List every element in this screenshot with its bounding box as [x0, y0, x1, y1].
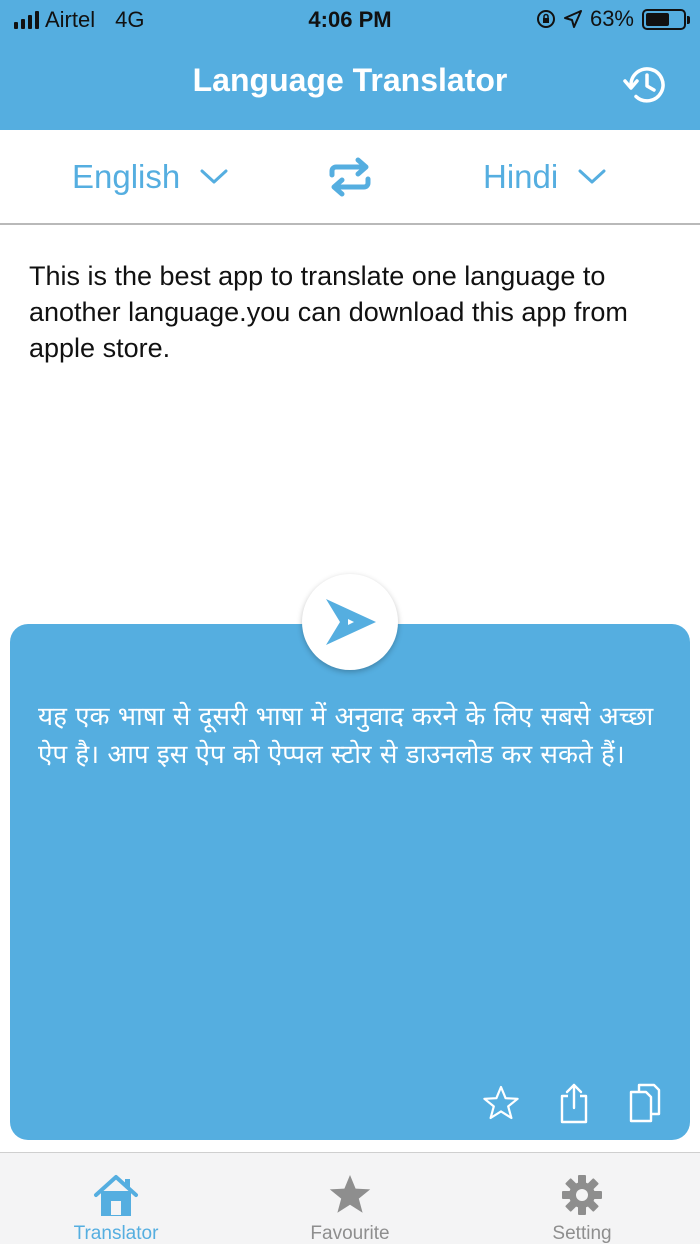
target-language-label: Hindi	[483, 158, 559, 195]
tab-setting[interactable]: Setting	[502, 1171, 662, 1244]
location-icon	[563, 10, 582, 28]
copy-icon[interactable]	[628, 1083, 662, 1123]
history-icon	[623, 67, 665, 103]
send-arrow-icon	[326, 599, 376, 645]
battery-fill	[646, 12, 669, 26]
battery-percent: 63%	[589, 6, 634, 31]
star-icon	[329, 1175, 371, 1213]
status-right: 63%	[536, 6, 690, 32]
tab-favourite-label: Favourite	[310, 1223, 390, 1244]
tab-translator[interactable]: Translator	[36, 1171, 196, 1244]
top-bar: Airtel 4G 4:06 PM 63% Language Translato…	[0, 0, 700, 130]
share-icon[interactable]	[558, 1082, 590, 1124]
source-language-label: English	[72, 158, 181, 195]
tab-favourite[interactable]: Favourite	[270, 1171, 430, 1244]
chevron-down-icon	[200, 169, 228, 184]
swap-arrows-icon	[329, 157, 371, 197]
language-selector-bar: English Hindi	[0, 130, 700, 225]
output-actions	[482, 1082, 662, 1124]
chevron-down-icon	[578, 169, 606, 184]
translation-output-card: यह एक भाषा से दूसरी भाषा में अनुवाद करने…	[10, 624, 690, 1140]
star-icon[interactable]	[482, 1085, 520, 1121]
source-language-dropdown[interactable]: English	[72, 158, 228, 196]
tab-translator-label: Translator	[73, 1223, 159, 1244]
tab-setting-label: Setting	[552, 1223, 612, 1244]
swap-languages-button[interactable]	[326, 157, 374, 197]
translated-text: यह एक भाषा से दूसरी भाषा में अनुवाद करने…	[38, 702, 654, 770]
gear-icon	[562, 1175, 602, 1215]
status-bar: Airtel 4G 4:06 PM 63%	[0, 0, 700, 40]
source-text-input[interactable]: This is the best app to translate one la…	[29, 258, 679, 366]
home-icon	[94, 1175, 138, 1216]
tab-bar: Translator Favourite Setting	[0, 1152, 700, 1244]
translate-button[interactable]	[302, 574, 398, 670]
history-button[interactable]	[622, 62, 668, 108]
orientation-lock-icon	[536, 10, 555, 28]
page-title: Language Translator	[192, 62, 508, 98]
battery-icon	[642, 8, 690, 30]
target-language-dropdown[interactable]: Hindi	[483, 158, 606, 196]
